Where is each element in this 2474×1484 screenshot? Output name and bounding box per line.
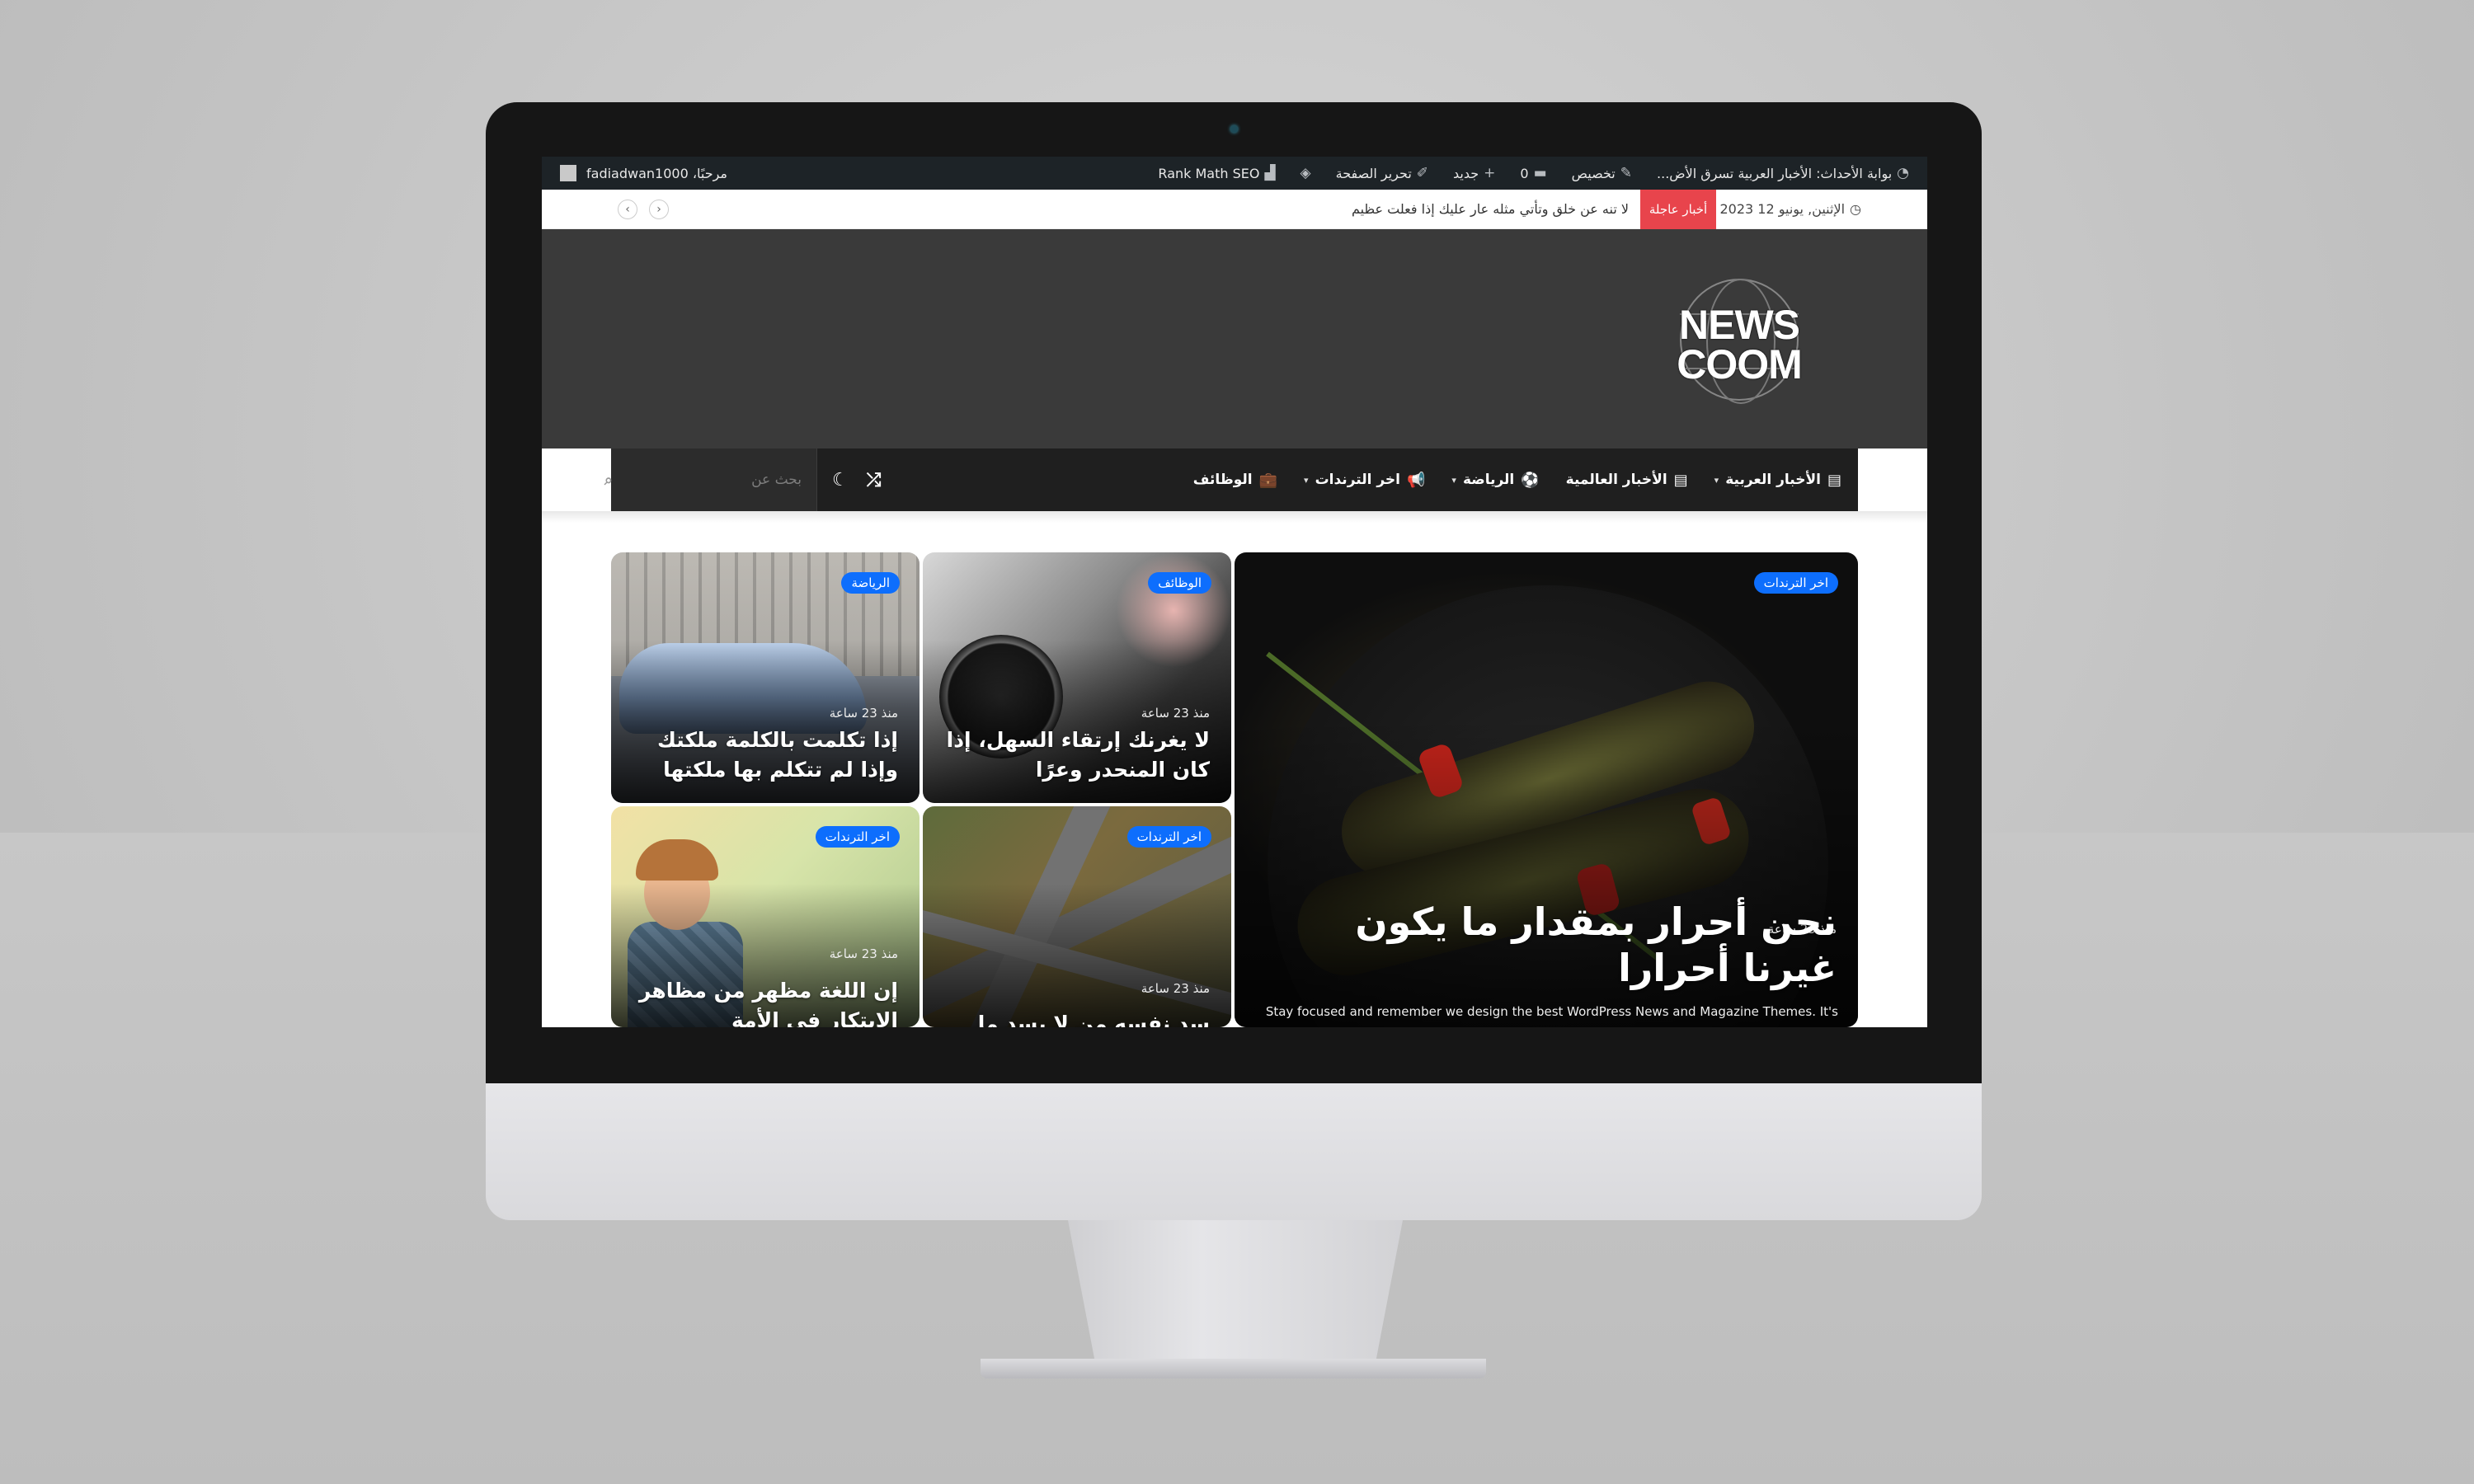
clock-icon: ◷ [1850, 201, 1861, 217]
chevron-down-icon: ▾ [1714, 474, 1719, 486]
monitor-chin [486, 1083, 1982, 1220]
soccer-ball-icon: ⚽ [1521, 471, 1540, 489]
avatar [560, 165, 576, 181]
post-title[interactable]: إذا تكلمت بالكلمة ملكتك وإذا لم تتكلم به… [628, 726, 898, 785]
ticker-prev-button[interactable]: ‹ [618, 200, 637, 219]
admin-diamond-link[interactable]: ◈ [1300, 165, 1311, 181]
post-time: منذ 23 ساعة [829, 946, 898, 961]
category-badge[interactable]: الوظائف [1148, 572, 1211, 594]
chevron-down-icon: ▾ [1451, 474, 1456, 486]
newspaper-icon: ▤ [1673, 471, 1688, 489]
nav-item-label: اخر الترندات [1315, 472, 1400, 488]
breaking-news-label: أخبار عاجلة [1640, 190, 1716, 229]
search-box: ⌕ [604, 448, 817, 511]
admin-greeting: مرحبًا، fadiadwan1000 [586, 165, 727, 181]
admin-comments-count: 0 [1520, 165, 1529, 181]
content-top-shadow [542, 511, 1927, 523]
admin-bar: ◔ بوابة الأحداث: الأخبار العربية تسرق ال… [542, 157, 1927, 190]
newspaper-icon: ▤ [1827, 471, 1841, 489]
post-time: منذ 23 ساعة [1141, 981, 1210, 996]
camera-icon [1230, 125, 1238, 133]
admin-rank-math-link[interactable]: ▟ Rank Math SEO [1158, 165, 1275, 181]
admin-edit-page-link[interactable]: ✐ تحرير الصفحة [1336, 165, 1428, 181]
post-title[interactable]: سد نفسه من لا يسد ما [939, 1009, 1210, 1027]
featured-post-sports[interactable]: الرياضة منذ 23 ساعة إذا تكلمت بالكلمة مل… [611, 552, 920, 803]
comment-icon: ▬ [1533, 165, 1547, 181]
post-title[interactable]: نحن أحرار بمقدار ما يكون غيرنا أحرارا [1251, 899, 1837, 991]
chart-icon: ▟ [1264, 165, 1276, 181]
nav-item-label: الرياضة [1462, 472, 1515, 488]
admin-customize-link[interactable]: ✎ تخصيص [1572, 165, 1632, 181]
briefcase-icon: 💼 [1258, 471, 1278, 489]
logo-text: NEWS COOM [1673, 302, 1805, 387]
admin-customize-label: تخصيص [1571, 165, 1616, 181]
date-text: الإثنين, يونيو 12 2023 [1719, 201, 1846, 217]
main-navigation: ▤ الأخبار العربية ▾ ▤ الأخبار العالمية ⚽… [604, 448, 1858, 511]
brush-icon: ✎ [1620, 165, 1633, 181]
featured-post-main[interactable]: اخر الترندات منذ 23 ساعة نحن أحرار بمقدا… [1235, 552, 1858, 1027]
search-input[interactable] [621, 472, 802, 488]
dashboard-icon: ◔ [1897, 165, 1909, 181]
admin-account-menu[interactable]: مرحبًا، fadiadwan1000 [560, 165, 727, 181]
ticker-controls: ‹ › [618, 200, 669, 219]
admin-comments-link[interactable]: ▬ 0 [1520, 165, 1546, 181]
featured-post-trends-1[interactable]: اخر الترندات منذ 23 ساعة إن اللغة مظهر م… [611, 806, 920, 1027]
browser-screen: ◔ بوابة الأحداث: الأخبار العربية تسرق ال… [542, 157, 1927, 1027]
admin-edit-page-label: تحرير الصفحة [1335, 165, 1412, 181]
nav-item-label: الوظائف [1192, 472, 1253, 488]
admin-site-link[interactable]: ◔ بوابة الأحداث: الأخبار العربية تسرق ال… [1657, 165, 1909, 181]
category-badge[interactable]: اخر الترندات [1753, 572, 1838, 594]
top-bar: ◷ الإثنين, يونيو 12 2023 أخبار عاجلة لا … [542, 190, 1927, 229]
search-icon[interactable]: ⌕ [604, 472, 613, 489]
plus-icon: + [1484, 165, 1496, 181]
post-title[interactable]: لا يغرنك إرتقاء السهل، إذا كان المنحدر و… [939, 726, 1210, 785]
post-excerpt: Stay focused and remember we design the … [1265, 1004, 1838, 1019]
admin-site-name: بوابة الأحداث: الأخبار العربية تسرق الأض… [1657, 165, 1893, 181]
pencil-icon: ✐ [1416, 165, 1429, 181]
featured-post-trends-2[interactable]: اخر الترندات منذ 23 ساعة سد نفسه من لا ي… [923, 806, 1231, 1027]
nav-item-world-news[interactable]: ▤ الأخبار العالمية [1553, 472, 1701, 489]
monitor-stand-base [981, 1359, 1486, 1378]
nav-item-jobs[interactable]: 💼 الوظائف [1180, 472, 1291, 489]
logo-line-1: NEWS [1679, 302, 1800, 348]
ticker-next-button[interactable]: › [649, 200, 669, 219]
site-header: NEWS COOM [542, 229, 1927, 448]
megaphone-icon: 📢 [1407, 471, 1426, 489]
shuffle-icon[interactable]: ⤮ [867, 470, 882, 491]
date-display: ◷ الإثنين, يونيو 12 2023 [1719, 201, 1861, 217]
nav-item-sports[interactable]: ⚽ الرياضة ▾ [1438, 472, 1552, 489]
post-title[interactable]: إن اللغة مظهر من مظاهر الابتكار في الأمة [628, 976, 898, 1027]
category-badge[interactable]: اخر الترندات [815, 826, 900, 848]
logo-line-2: COOM [1677, 341, 1803, 387]
admin-rank-math-label: Rank Math SEO [1158, 165, 1260, 181]
featured-post-jobs[interactable]: الوظائف منذ 23 ساعة لا يغرنك إرتقاء السه… [923, 552, 1231, 803]
category-badge[interactable]: اخر الترندات [1126, 826, 1211, 848]
category-badge[interactable]: الرياضة [841, 572, 900, 594]
post-time: منذ 23 ساعة [1141, 706, 1210, 721]
nav-item-arabic-news[interactable]: ▤ الأخبار العربية ▾ [1701, 472, 1858, 489]
admin-new-label: جديد [1453, 165, 1479, 181]
site-logo[interactable]: NEWS COOM [1673, 279, 1805, 404]
nav-item-label: الأخبار العربية [1725, 472, 1821, 488]
post-time: منذ 23 ساعة [829, 706, 898, 721]
nav-item-label: الأخبار العالمية [1565, 472, 1667, 488]
admin-new-link[interactable]: + جديد [1453, 165, 1495, 181]
moon-icon[interactable]: ☾ [832, 470, 849, 491]
nav-tools: ⤮ ☾ [817, 470, 896, 491]
nav-item-trends[interactable]: 📢 اخر الترندات ▾ [1291, 472, 1438, 489]
monitor-stand [1068, 1220, 1403, 1360]
diamond-icon: ◈ [1300, 165, 1311, 181]
chevron-down-icon: ▾ [1304, 474, 1309, 486]
breaking-news-headline[interactable]: لا تنه عن خلق وتأتي مثله عار عليك إذا فع… [1352, 201, 1629, 217]
